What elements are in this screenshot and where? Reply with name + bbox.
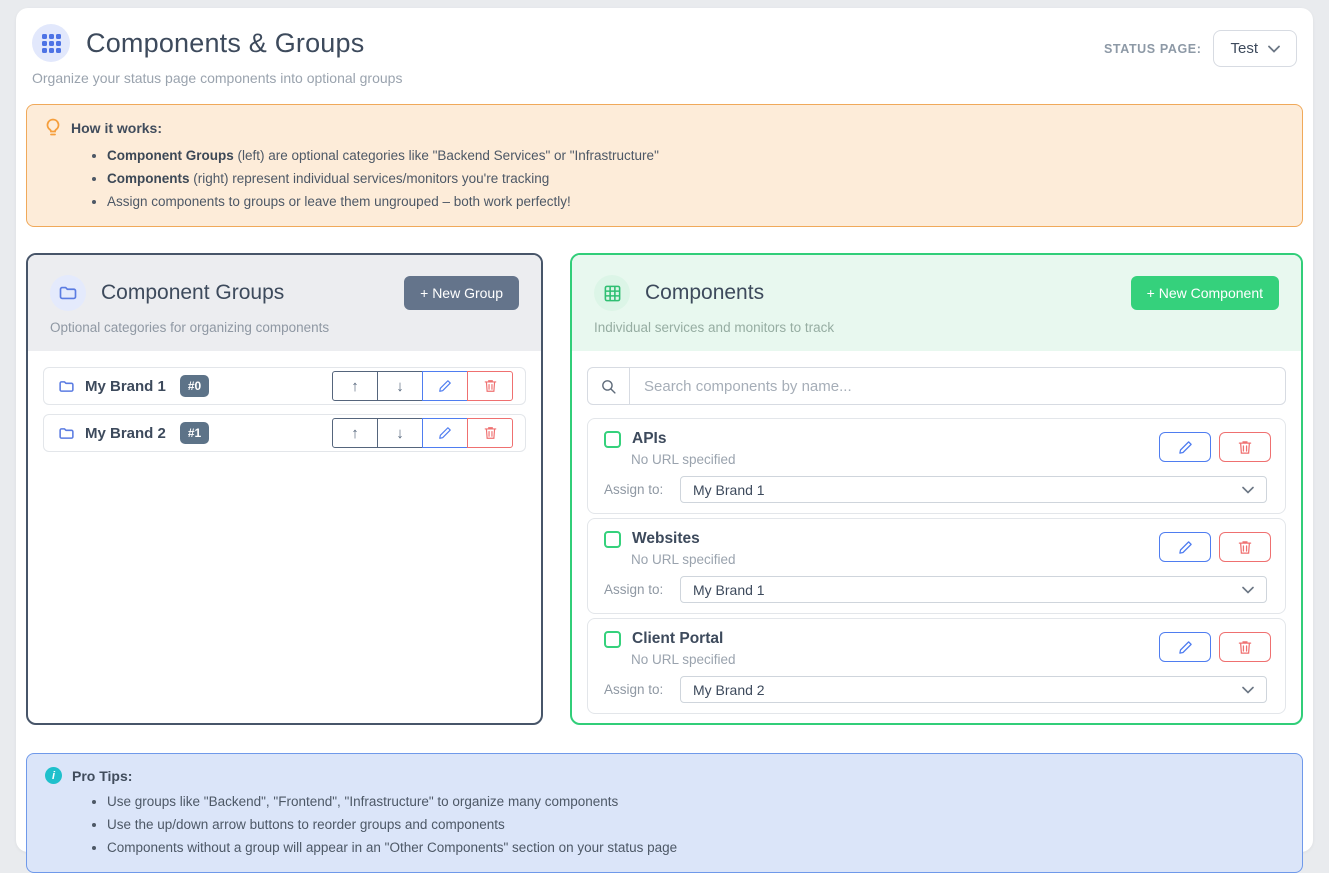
delete-component-button[interactable] — [1219, 632, 1271, 662]
components-panel-subtitle: Individual services and monitors to trac… — [594, 320, 1279, 335]
assigned-group-value: My Brand 1 — [693, 482, 765, 498]
component-name: Websites — [632, 530, 700, 548]
component-checkbox[interactable] — [604, 531, 621, 548]
groups-panel-title: Component Groups — [101, 281, 404, 305]
component-checkbox[interactable] — [604, 431, 621, 448]
delete-group-button[interactable] — [467, 371, 513, 401]
chevron-down-icon — [1242, 586, 1254, 594]
group-order-badge: #1 — [180, 422, 209, 444]
pencil-icon — [1178, 640, 1193, 655]
component-search — [587, 367, 1286, 405]
pro-tip-item: Use the up/down arrow buttons to reorder… — [107, 813, 1284, 836]
group-name: My Brand 2 — [85, 425, 166, 442]
trash-icon — [1238, 440, 1252, 455]
how-it-works-item: Components (right) represent individual … — [107, 167, 1284, 190]
assign-group-select[interactable]: My Brand 1 — [680, 576, 1267, 603]
folder-icon — [50, 275, 86, 311]
new-group-button[interactable]: + New Group — [404, 276, 519, 310]
assign-to-label: Assign to: — [604, 482, 680, 497]
info-icon: i — [45, 767, 62, 784]
components-panel: Components + New Component Individual se… — [570, 253, 1303, 725]
pencil-icon — [1178, 440, 1193, 455]
delete-group-button[interactable] — [467, 418, 513, 448]
pencil-icon — [1178, 540, 1193, 555]
move-down-button[interactable]: ↓ — [377, 418, 423, 448]
edit-component-button[interactable] — [1159, 632, 1211, 662]
delete-component-button[interactable] — [1219, 432, 1271, 462]
component-name: Client Portal — [632, 630, 723, 648]
folder-icon — [58, 425, 75, 442]
page-header: Components & Groups Organize your status… — [26, 24, 1303, 86]
status-page-select[interactable]: Test — [1213, 30, 1297, 67]
new-component-button[interactable]: + New Component — [1131, 276, 1279, 310]
chevron-down-icon — [1242, 686, 1254, 694]
trash-icon — [1238, 640, 1252, 655]
table-icon — [594, 275, 630, 311]
chevron-down-icon — [1242, 486, 1254, 494]
component-groups-panel: Component Groups + New Group Optional ca… — [26, 253, 543, 725]
groups-list: My Brand 1 #0 ↑ ↓ My B — [28, 351, 541, 723]
component-name: APIs — [632, 430, 666, 448]
components-grid-icon — [32, 24, 70, 62]
pencil-icon — [438, 379, 452, 393]
main-card: Components & Groups Organize your status… — [16, 8, 1313, 852]
how-it-works-item: Component Groups (left) are optional cat… — [107, 144, 1284, 167]
delete-component-button[interactable] — [1219, 532, 1271, 562]
edit-component-button[interactable] — [1159, 432, 1211, 462]
component-card: APIs No URL specified Assign to: My Bran… — [587, 418, 1286, 514]
chevron-down-icon — [1268, 45, 1280, 53]
component-card: Client Portal No URL specified Assign to… — [587, 618, 1286, 714]
assign-group-select[interactable]: My Brand 1 — [680, 476, 1267, 503]
component-card: Websites No URL specified Assign to: My … — [587, 518, 1286, 614]
assign-to-label: Assign to: — [604, 682, 680, 697]
edit-group-button[interactable] — [422, 418, 468, 448]
pro-tips-list: Use groups like "Backend", "Frontend", "… — [45, 790, 1284, 859]
component-checkbox[interactable] — [604, 631, 621, 648]
pro-tips-title: Pro Tips: — [72, 768, 132, 784]
components-panel-title: Components — [645, 281, 1131, 305]
groups-panel-subtitle: Optional categories for organizing compo… — [50, 320, 519, 335]
page-subtitle: Organize your status page components int… — [32, 70, 402, 86]
status-page-value: Test — [1230, 40, 1258, 57]
status-page-label: STATUS PAGE: — [1104, 42, 1201, 56]
trash-icon — [484, 379, 497, 393]
pencil-icon — [438, 426, 452, 440]
group-row: My Brand 1 #0 ↑ ↓ — [43, 367, 526, 405]
group-order-badge: #0 — [180, 375, 209, 397]
assigned-group-value: My Brand 2 — [693, 682, 765, 698]
move-down-button[interactable]: ↓ — [377, 371, 423, 401]
how-it-works-box: How it works: Component Groups (left) ar… — [26, 104, 1303, 227]
move-up-button[interactable]: ↑ — [332, 418, 378, 448]
trash-icon — [1238, 540, 1252, 555]
how-it-works-title: How it works: — [71, 120, 162, 136]
edit-component-button[interactable] — [1159, 532, 1211, 562]
assign-group-select[interactable]: My Brand 2 — [680, 676, 1267, 703]
page-title: Components & Groups — [86, 28, 364, 59]
lightbulb-icon — [45, 118, 61, 138]
search-input[interactable] — [630, 368, 1285, 404]
group-name: My Brand 1 — [85, 378, 166, 395]
how-it-works-list: Component Groups (left) are optional cat… — [45, 144, 1284, 213]
group-row: My Brand 2 #1 ↑ ↓ — [43, 414, 526, 452]
pro-tip-item: Use groups like "Backend", "Frontend", "… — [107, 790, 1284, 813]
assign-to-label: Assign to: — [604, 582, 680, 597]
trash-icon — [484, 426, 497, 440]
edit-group-button[interactable] — [422, 371, 468, 401]
pro-tip-item: Components without a group will appear i… — [107, 836, 1284, 859]
how-it-works-item: Assign components to groups or leave the… — [107, 190, 1284, 213]
move-up-button[interactable]: ↑ — [332, 371, 378, 401]
folder-icon — [58, 378, 75, 395]
pro-tips-box: i Pro Tips: Use groups like "Backend", "… — [26, 753, 1303, 873]
assigned-group-value: My Brand 1 — [693, 582, 765, 598]
search-icon — [588, 368, 630, 404]
